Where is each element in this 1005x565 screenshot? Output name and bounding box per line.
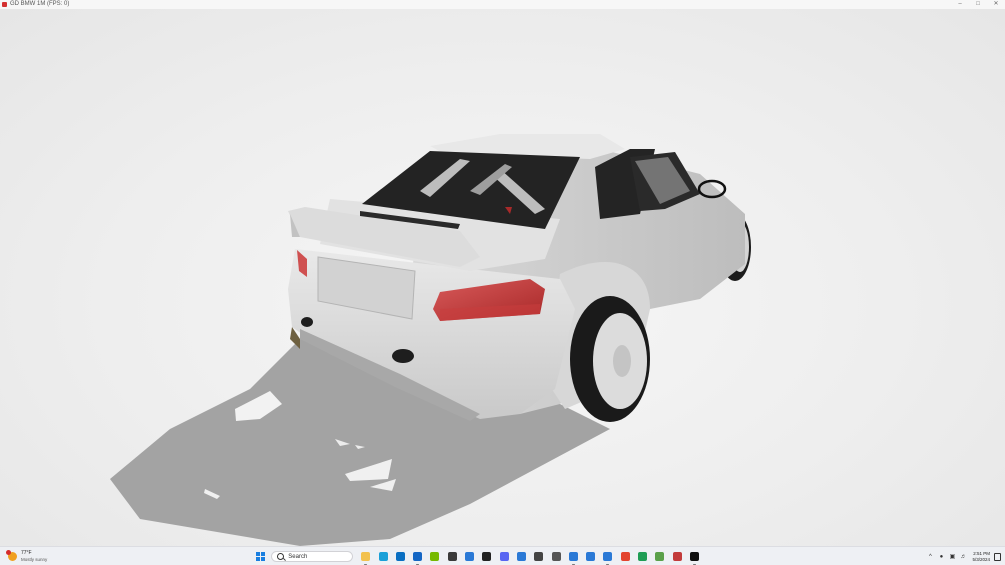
- taskbar-app-app-window-4[interactable]: [584, 550, 597, 563]
- taskbar-app-chrome[interactable]: [619, 550, 632, 563]
- nvidia-icon: [430, 552, 440, 561]
- taskbar-app-discord[interactable]: [498, 550, 511, 563]
- volume-icon[interactable]: ♬: [959, 549, 967, 564]
- notification-icon[interactable]: [994, 552, 1001, 561]
- rear-right-wheel: [570, 296, 650, 422]
- system-tray: ^ ● ▣ ♬ 2:51 PM 5/3/2024: [926, 549, 1005, 564]
- outlook-icon: [413, 552, 423, 561]
- window-title: GD BMW 1M (FPS: 0): [10, 1, 70, 7]
- game-viewport[interactable]: [0, 9, 1005, 546]
- edge-icon: [378, 552, 388, 561]
- taskbar-app-terminal[interactable]: [688, 550, 701, 565]
- start-button[interactable]: [254, 550, 267, 563]
- taskbar-app-notepad[interactable]: [653, 550, 666, 563]
- discord-icon: [499, 552, 509, 561]
- app-icon: [2, 2, 7, 7]
- taskbar-app-text-tool[interactable]: [532, 550, 545, 563]
- scene-canvas: [110, 134, 751, 546]
- network-icon[interactable]: ▣: [948, 549, 956, 564]
- clock-date: 5/3/2024: [972, 556, 990, 562]
- taskbar-app-app-window[interactable]: [463, 550, 476, 563]
- close-button[interactable]: ✕: [987, 0, 1005, 9]
- sun-icon: [6, 550, 17, 561]
- taskbar-apps: Search: [254, 549, 705, 565]
- tray-overflow-chevron[interactable]: ^: [926, 549, 934, 564]
- taskbar-app-app-window-5[interactable]: [601, 550, 614, 565]
- github-icon: [482, 552, 492, 561]
- taskbar-app-github[interactable]: [480, 550, 493, 563]
- taskbar-app-app-window-2[interactable]: [515, 550, 528, 563]
- weather-desc: Mostly sunny: [21, 557, 48, 562]
- taskbar-app-file-explorer[interactable]: [359, 550, 372, 565]
- window-controls: – □ ✕: [951, 0, 1005, 9]
- file-explorer-icon: [361, 552, 371, 561]
- weather-temp: 77°F: [21, 550, 32, 556]
- app-window-2-icon: [516, 552, 526, 561]
- app-window-5-icon: [603, 552, 613, 561]
- tray-app-icon[interactable]: ●: [937, 549, 945, 564]
- taskbar-app-outlook[interactable]: [411, 550, 424, 565]
- title-bar: GD BMW 1M (FPS: 0) – □ ✕: [0, 0, 1005, 9]
- windows-icon: [256, 552, 265, 561]
- minimize-button[interactable]: –: [951, 0, 969, 9]
- search-placeholder: Search: [288, 553, 308, 560]
- app-window-3-icon: [568, 552, 578, 561]
- text-tool-icon: [534, 552, 544, 561]
- taskbar-app-edge[interactable]: [377, 550, 390, 563]
- taskbar-app-store[interactable]: [394, 550, 407, 563]
- store-icon: [395, 552, 405, 561]
- taskbar-app-game-tool[interactable]: [446, 550, 459, 563]
- taskbar-search[interactable]: Search: [271, 551, 354, 562]
- taskbar-app-sheets[interactable]: [636, 550, 649, 563]
- taskbar-app-app-window-3[interactable]: [567, 550, 580, 565]
- taskbar: 77°F Mostly sunny Search ^ ● ▣ ♬ 2:51 PM…: [0, 546, 1005, 565]
- terminal-icon: [689, 552, 699, 561]
- sheets-icon: [638, 552, 648, 561]
- game-tool-icon: [447, 552, 457, 561]
- weather-widget[interactable]: 77°F Mostly sunny: [6, 549, 48, 564]
- taskbar-app-nvidia[interactable]: [428, 550, 441, 563]
- search-icon: [277, 553, 285, 560]
- ftp-tool-icon: [672, 552, 682, 561]
- app-window-icon: [465, 552, 475, 561]
- maximize-button[interactable]: □: [969, 0, 987, 9]
- app-window-4-icon: [586, 552, 596, 561]
- chrome-icon: [620, 552, 630, 561]
- capture-icon: [551, 552, 561, 561]
- taskbar-app-capture[interactable]: [550, 550, 563, 563]
- clock[interactable]: 2:51 PM 5/3/2024: [972, 551, 990, 563]
- taskbar-app-ftp-tool[interactable]: [671, 550, 684, 563]
- notepad-icon: [655, 552, 665, 561]
